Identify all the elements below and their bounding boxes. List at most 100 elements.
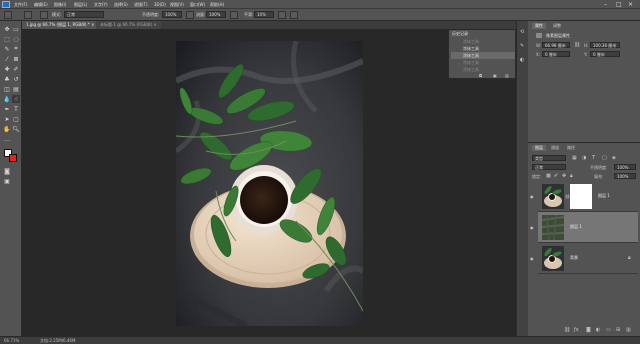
layer-filter-select[interactable]: 类型 <box>532 155 566 161</box>
smudge-tool-preset-icon[interactable] <box>4 11 12 19</box>
history-item[interactable]: 涂抹工具 <box>451 66 515 73</box>
history-item-current[interactable]: 涂抹工具 <box>451 52 515 59</box>
lock-position-icon[interactable]: ✥ <box>562 173 566 179</box>
brush-size-icon[interactable] <box>24 11 32 19</box>
flow-field[interactable]: 100% <box>206 11 226 18</box>
menu-image[interactable]: 图像(I) <box>54 1 66 8</box>
menu-file[interactable]: 文件(F) <box>14 1 27 8</box>
tab-document-2[interactable]: 未标题-1 @ 66.7% (RGB/8) × <box>96 21 161 29</box>
blend-mode-select[interactable]: 正常 <box>532 164 566 170</box>
tab-layers[interactable]: 图层 <box>532 145 546 151</box>
brush-settings-panel-icon[interactable]: ✎ <box>520 43 524 49</box>
artboard-tool-icon[interactable]: ▭ <box>12 25 20 33</box>
history-brush-tool-icon[interactable]: ↺ <box>12 75 20 83</box>
tab-adjustments[interactable]: 调整 <box>550 23 564 29</box>
eyedropper-tool-icon[interactable]: ⁄ <box>3 55 11 63</box>
layer-name[interactable]: 图层 1 <box>598 193 610 199</box>
tab-document-1[interactable]: 1.jpg @ 66.7% (图层 1, RGB/8) * × <box>22 21 99 29</box>
delete-history-icon[interactable]: ▥ <box>505 73 509 78</box>
type-tool-icon[interactable]: T <box>12 105 20 113</box>
hand-tool-icon[interactable]: ✋ <box>3 125 11 133</box>
maximize-icon[interactable]: □ <box>616 1 622 8</box>
lock-all-icon[interactable]: 🔒︎ <box>570 173 573 179</box>
pen-tool-icon[interactable]: ✒ <box>3 105 11 113</box>
lock-image-icon[interactable]: ✐ <box>554 173 558 179</box>
y-field[interactable]: 0 厘米 <box>590 51 620 57</box>
delete-layer-icon[interactable]: ▥ <box>626 327 631 333</box>
lock-transparent-icon[interactable]: ▩ <box>546 173 551 179</box>
brush-settings-icon[interactable] <box>40 11 48 19</box>
close-tab-icon[interactable]: × <box>91 22 94 27</box>
brush-tool-icon[interactable]: ✐ <box>12 65 20 73</box>
adjustments-panel-icon[interactable]: ◐ <box>520 57 524 63</box>
layer-mask-thumbnail[interactable] <box>570 184 592 209</box>
layer-row[interactable]: ◉ ⛓ 图层 1 <box>530 181 638 212</box>
minimize-icon[interactable]: – <box>604 1 607 8</box>
new-layer-icon[interactable]: ⊞ <box>616 327 620 333</box>
new-snapshot-icon[interactable]: ◘ <box>479 73 482 78</box>
new-adjustment-layer-icon[interactable]: ◐ <box>596 327 600 333</box>
layer-opacity-field[interactable]: 100% <box>614 164 636 170</box>
layer-name[interactable]: 背景 <box>570 255 578 261</box>
blur-tool-icon[interactable]: 💧 <box>3 95 11 103</box>
camera-icon[interactable]: ▣ <box>493 73 497 78</box>
tab-channels[interactable]: 通道 <box>548 145 562 151</box>
link-layers-icon[interactable]: ⛓ <box>564 327 570 333</box>
history-item[interactable]: 涂抹工具 <box>451 59 515 66</box>
tab-properties[interactable]: 属性 <box>532 23 546 29</box>
move-tool-icon[interactable]: ✥ <box>3 25 11 33</box>
history-panel-icon[interactable]: ⟲ <box>520 29 524 35</box>
mode-select[interactable]: 正常 <box>64 11 104 18</box>
tab-paths[interactable]: 路径 <box>564 145 578 151</box>
visibility-eye-icon[interactable]: ◉ <box>530 194 536 199</box>
photoshop-logo-icon[interactable] <box>2 1 10 8</box>
visibility-eye-icon[interactable]: ◉ <box>530 256 536 261</box>
layer-row-selected[interactable]: ◉ 图层 1 <box>530 212 638 243</box>
lasso-tool-icon[interactable]: ◌ <box>12 35 20 43</box>
filter-smart-object-icon[interactable]: ◈ <box>612 155 616 161</box>
document-canvas-image[interactable] <box>176 41 363 326</box>
filter-pixel-icon[interactable]: ▦ <box>572 155 577 161</box>
new-group-icon[interactable]: ▭ <box>606 327 611 333</box>
smudge-tool-icon[interactable]: ☝ <box>12 95 20 103</box>
shape-tool-icon[interactable]: ▢ <box>12 115 20 123</box>
crop-tool-icon[interactable]: ⌗ <box>12 45 20 53</box>
more-tools-icon[interactable]: … <box>3 135 11 143</box>
quick-mask-icon[interactable]: ◙ <box>3 167 11 175</box>
menu-layer[interactable]: 图层(L) <box>74 1 87 8</box>
menu-select[interactable]: 选择(S) <box>114 1 128 8</box>
x-field[interactable]: 0 厘米 <box>542 51 570 57</box>
smoothing-field[interactable]: 10% <box>254 11 274 18</box>
link-proportions-icon[interactable]: ⛓ <box>574 42 580 48</box>
height-field[interactable]: 100.36 厘米 <box>590 42 620 48</box>
menu-filter[interactable]: 滤镜(T) <box>134 1 148 8</box>
history-item[interactable]: 涂抹工具 <box>451 45 515 52</box>
filter-shape-icon[interactable]: ▢ <box>602 155 607 161</box>
status-menu-arrow-icon[interactable]: › <box>74 338 76 344</box>
menu-window[interactable]: 窗口(W) <box>190 1 205 8</box>
layer-row[interactable]: ◉ 背景 🔒︎ <box>530 243 638 274</box>
marquee-tool-icon[interactable]: ⬚ <box>3 35 11 43</box>
menu-3d[interactable]: 3D(D) <box>154 1 166 8</box>
quick-select-tool-icon[interactable]: ✎ <box>3 45 11 53</box>
menu-view[interactable]: 视图(V) <box>170 1 184 8</box>
background-color-swatch[interactable] <box>9 154 17 162</box>
eraser-tool-icon[interactable]: ◫ <box>3 85 11 93</box>
smoothing-settings-icon[interactable] <box>278 11 286 19</box>
layer-name[interactable]: 图层 1 <box>570 224 582 230</box>
opacity-field[interactable]: 100% <box>162 11 182 18</box>
pressure-opacity-icon[interactable] <box>186 11 194 19</box>
zoom-level[interactable]: 66.71% <box>4 338 19 344</box>
menu-help[interactable]: 帮助(H) <box>210 1 224 8</box>
gradient-tool-icon[interactable]: ▤ <box>12 85 20 93</box>
history-item[interactable]: 涂抹工具 <box>451 38 515 45</box>
screen-mode-icon[interactable]: ▣ <box>3 177 11 185</box>
width-field[interactable]: 66.98 厘米 <box>542 42 570 48</box>
airbrush-icon[interactable] <box>230 11 238 19</box>
path-select-tool-icon[interactable]: ➤ <box>3 115 11 123</box>
visibility-eye-icon[interactable]: ◉ <box>530 225 536 230</box>
menu-edit[interactable]: 编辑(E) <box>34 1 48 8</box>
close-window-icon[interactable]: × <box>628 1 633 8</box>
add-mask-icon[interactable]: ◙ <box>586 327 591 333</box>
zoom-tool-icon[interactable]: 🔍︎ <box>12 125 20 133</box>
